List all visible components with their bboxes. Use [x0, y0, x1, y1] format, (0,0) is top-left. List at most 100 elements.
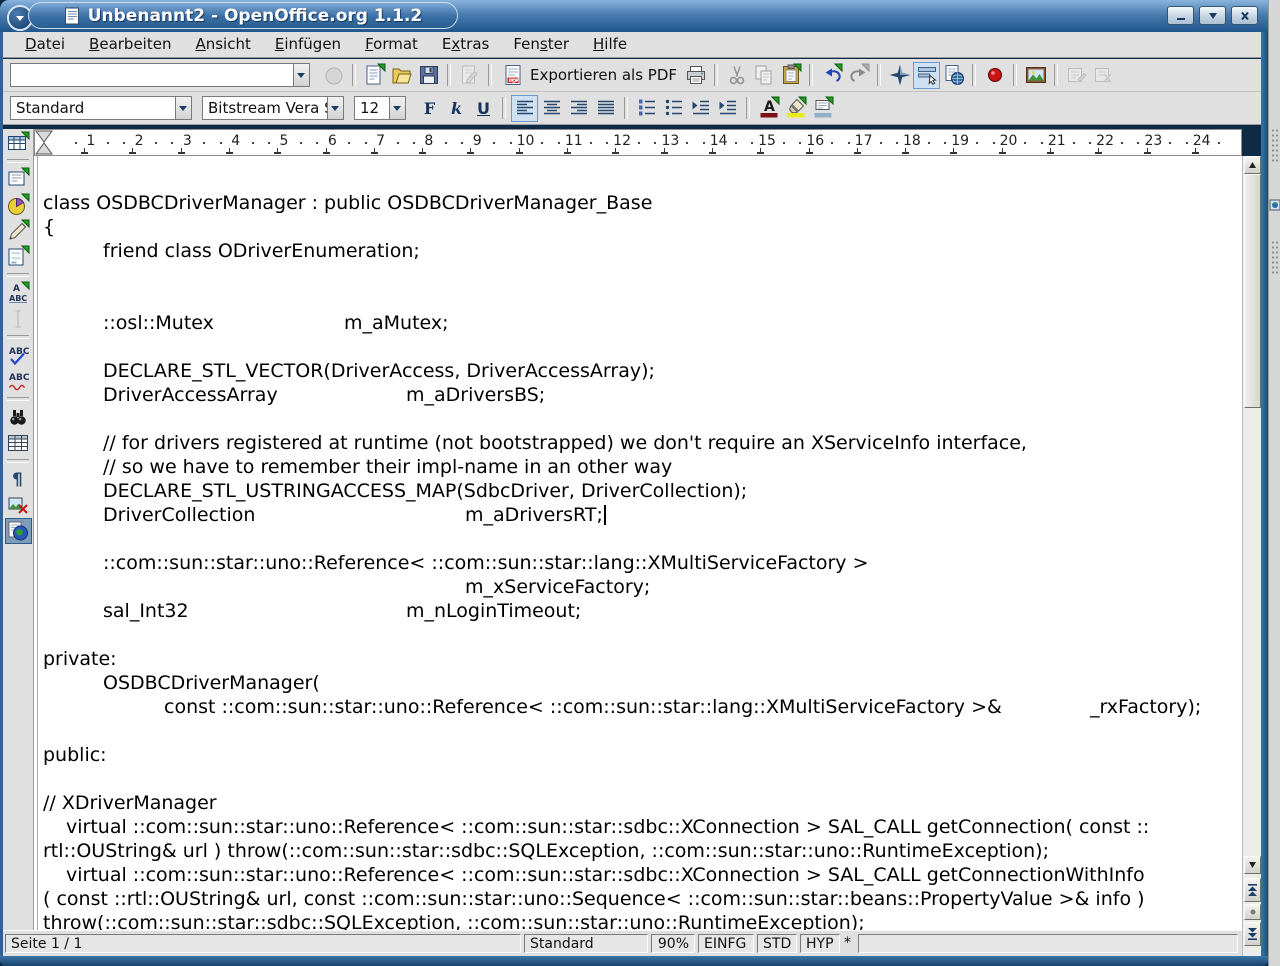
ruler-tick: [1041, 142, 1043, 144]
menu-item-bearbeiten[interactable]: Bearbeiten: [77, 32, 183, 57]
stylist-icon[interactable]: [913, 62, 940, 89]
vertical-scrollbar[interactable]: [1242, 156, 1261, 956]
text-line: DriverCollectionm_aDriversRT;: [34, 503, 1242, 527]
font-size-dropdown-button[interactable]: [389, 96, 406, 120]
menu-item-hilfe[interactable]: Hilfe: [581, 32, 639, 57]
ruler-number: 17: [855, 133, 873, 149]
insert-table-icon[interactable]: [5, 130, 32, 156]
ruler-tick: [799, 142, 801, 144]
menu-item-datei[interactable]: Datei: [13, 32, 77, 57]
scrollbar-thumb[interactable]: [1244, 174, 1261, 408]
indent-inc-icon[interactable]: [714, 95, 741, 122]
close-button[interactable]: [1231, 6, 1258, 25]
scroll-up-button[interactable]: [1244, 156, 1261, 174]
underline-icon[interactable]: U: [470, 95, 497, 122]
indent-marker-icon[interactable]: [35, 130, 53, 155]
paste-icon[interactable]: [777, 62, 804, 89]
font-name-value[interactable]: Bitstream Vera S: [202, 96, 327, 120]
online-layout-icon[interactable]: [5, 518, 32, 544]
status-modified-flag: *: [844, 934, 851, 953]
font-dropdown-button[interactable]: [327, 96, 344, 120]
open-document-icon[interactable]: [388, 62, 415, 89]
new-document-icon[interactable]: [361, 62, 388, 89]
text-line: // XDriverManager: [34, 791, 1242, 815]
font-color-icon[interactable]: A: [755, 95, 782, 122]
maximize-button[interactable]: [1199, 6, 1226, 25]
style-dropdown-button[interactable]: [175, 96, 192, 120]
url-input[interactable]: [10, 63, 293, 87]
menu-item-format[interactable]: Format: [353, 32, 430, 57]
draw-functions-icon[interactable]: [5, 218, 32, 244]
main-toolbar-left: AABC ABCABC ¶: [3, 129, 34, 930]
window-border-bottom: [0, 956, 1268, 966]
paragraph-style-value[interactable]: Standard: [10, 96, 175, 120]
ruler-tick: [751, 142, 753, 144]
previous-page-button[interactable]: [1244, 878, 1261, 902]
insert-frame-icon[interactable]: [5, 166, 32, 192]
chevron-down-icon: [297, 72, 306, 79]
menu-item-extras[interactable]: Extras: [430, 32, 501, 57]
ruler-tick: [1089, 142, 1091, 144]
document-text[interactable]: class OSDBCDriverManager : public OSDBCD…: [34, 156, 1242, 930]
text-segment: const ::com::sun::star::uno::Reference< …: [164, 695, 1002, 719]
nonprinting-characters-icon[interactable]: ¶: [5, 466, 32, 492]
ruler-tick: [397, 142, 399, 144]
highlighting-icon[interactable]: [782, 95, 809, 122]
minimize-button[interactable]: [1167, 6, 1194, 25]
find-replace-icon[interactable]: [5, 404, 32, 430]
graphics-onoff-icon[interactable]: [5, 492, 32, 518]
text-line: [34, 263, 1242, 287]
italic-icon[interactable]: k: [443, 95, 470, 122]
insert-object-icon[interactable]: [5, 192, 32, 218]
panel-grip-dots: [1271, 128, 1279, 162]
status-zoom-field[interactable]: 90%: [651, 934, 695, 953]
menu-item-einfuegen[interactable]: Einfügen: [263, 32, 353, 57]
align-justify-icon[interactable]: [592, 95, 619, 122]
bullets-icon[interactable]: [660, 95, 687, 122]
align-left-icon[interactable]: [511, 95, 538, 122]
navigation-button[interactable]: [1244, 904, 1261, 920]
export-pdf-icon[interactable]: Exportieren als PDF: [497, 62, 682, 89]
align-right-icon[interactable]: [565, 95, 592, 122]
form-functions-icon[interactable]: [5, 244, 32, 270]
gallery-icon[interactable]: [1022, 62, 1049, 89]
navigator-icon[interactable]: [886, 62, 913, 89]
numbering-icon[interactable]: [633, 95, 660, 122]
next-page-button[interactable]: [1244, 922, 1261, 946]
status-hyperlink-mode-field[interactable]: HYP: [800, 934, 840, 953]
ruler-tick: [365, 142, 367, 144]
align-center-icon[interactable]: [538, 95, 565, 122]
title-bar[interactable]: Unbenannt2 - OpenOffice.org 1.1.2: [0, 0, 1280, 33]
background-color-icon[interactable]: [809, 95, 836, 122]
font-size-value[interactable]: 12: [354, 96, 389, 120]
ruler[interactable]: 123456789101112131415161718192021222324: [34, 129, 1242, 156]
text-line: [34, 767, 1242, 791]
bold-icon[interactable]: F: [416, 95, 443, 122]
save-document-icon[interactable]: [415, 62, 442, 89]
autospellcheck-icon[interactable]: ABC: [5, 368, 32, 394]
status-selection-mode-field[interactable]: STD: [757, 934, 797, 953]
status-pagestyle-field[interactable]: Standard: [524, 934, 648, 953]
record-dot-icon[interactable]: [981, 62, 1008, 89]
data-sources-icon[interactable]: [5, 430, 32, 456]
ruler-number: 1: [82, 133, 100, 149]
hyperlink-dialog-icon[interactable]: [940, 62, 967, 89]
menu-item-fenster[interactable]: Fenster: [501, 32, 581, 57]
panel-grip-dots: [1271, 240, 1279, 274]
panel-handle[interactable]: [1268, 0, 1280, 966]
url-dropdown-button[interactable]: [293, 63, 310, 87]
text-segment: virtual ::com::sun::star::uno::Reference…: [66, 863, 1145, 887]
spellcheck-icon[interactable]: ABC: [5, 342, 32, 368]
autotext-icon[interactable]: AABC: [5, 280, 32, 306]
print-icon[interactable]: [682, 62, 709, 89]
status-insert-mode-field[interactable]: EINFG: [698, 934, 754, 953]
undo-icon[interactable]: [818, 62, 845, 89]
window-border-right: [1261, 32, 1268, 956]
text-line: OSDBCDriverManager(: [34, 671, 1242, 695]
indent-dec-icon[interactable]: [687, 95, 714, 122]
scroll-down-button[interactable]: [1244, 856, 1261, 874]
ruler-tick: [493, 142, 495, 144]
status-extra-field: [858, 934, 1238, 953]
menu-item-ansicht[interactable]: Ansicht: [183, 32, 262, 57]
toolbar-separator: [447, 64, 451, 86]
